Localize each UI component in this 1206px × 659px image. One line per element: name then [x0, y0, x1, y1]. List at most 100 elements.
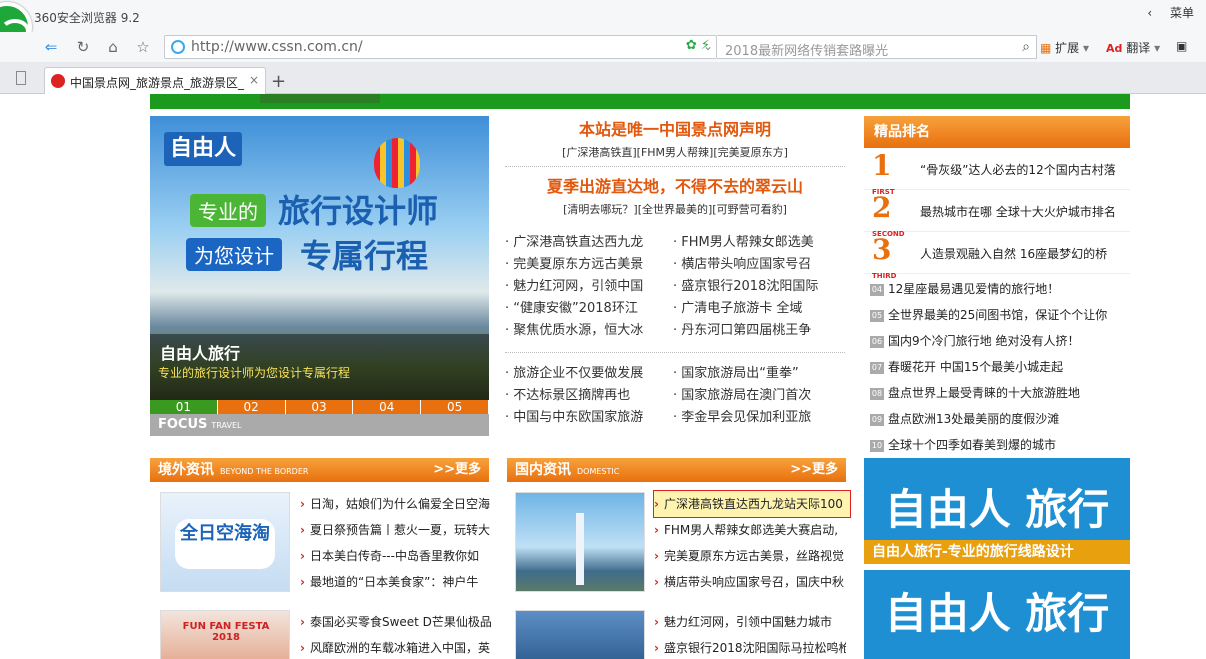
rank-1-icon: 1 FIRST — [872, 149, 895, 197]
site-header-bar — [150, 94, 1130, 109]
sublinks-2[interactable]: [清明去哪玩？][全世界最美的][可野营可看豹] — [505, 201, 845, 217]
ad-banner-2[interactable]: 自由人 旅行 — [864, 570, 1130, 659]
news-link[interactable]: · 丹东河口第四届桃王争 — [673, 320, 841, 342]
extensions-button[interactable]: ▦ 扩展 ▾ — [1040, 39, 1089, 56]
list-item: · 中国与中东欧国家旅游 · 李金早会见保加利亚旅 — [505, 407, 845, 429]
abroad-news-link[interactable]: 夏日祭预告篇丨惹火一夏，玩转大 — [300, 517, 492, 543]
chevron-left-icon[interactable]: ‹ — [1147, 6, 1152, 20]
sublinks-1[interactable]: [广深港高铁直][FHM男人帮辣][完美夏原东方] — [505, 144, 845, 160]
news-link[interactable]: · 中国与中东欧国家旅游 — [505, 407, 673, 429]
ranking-row[interactable]: 10 全球十个四季如春美到爆的城市 — [870, 432, 1130, 458]
domestic-news-link[interactable]: FHM男人帮辣女郎选美大赛启动, — [654, 517, 846, 543]
ranking-text[interactable]: 盘点欧洲13处最美丽的度假沙滩 — [888, 412, 1059, 426]
ranking-row[interactable]: 05 全世界最美的25间图书馆，保证个个让你 — [870, 302, 1130, 328]
addon-icon[interactable]: ▣ — [1176, 39, 1187, 53]
ranking-item-3[interactable]: 3 THIRD 人造景观融入自然 16座最梦幻的桥 — [864, 233, 1130, 281]
chevron-down-icon[interactable]: ⌄ — [703, 39, 713, 53]
news-link[interactable]: · 盛京银行2018沈阳国际 — [673, 276, 841, 298]
headline-1[interactable]: 本站是唯一中国景点网声明 — [505, 116, 845, 140]
ranking-text[interactable]: 国内9个冷门旅行地 绝对没有人挤！ — [888, 334, 1079, 348]
news-link[interactable]: · 广深港高铁直达西九龙 — [505, 232, 673, 254]
ad-banner-1[interactable]: 自由人 旅行 自由人旅行-专业的旅行线路设计 — [864, 458, 1130, 564]
slide-tag1: 专业的 — [190, 194, 266, 227]
ranking-row[interactable]: 07 春暖花开 中国15个最美小城走起 — [870, 354, 1130, 380]
slide-big1: 旅行设计师 — [278, 192, 439, 230]
focus-sub: TRAVEL — [211, 421, 242, 430]
slide-page-5[interactable]: 05 — [421, 400, 489, 414]
search-input[interactable]: ⌄ 2018最新网络传销套路曝光 ⌕ — [703, 35, 1037, 59]
abroad-news-link[interactable]: 日淘，姑娘们为什么偏爱全日空海 — [300, 491, 492, 517]
ranking-row[interactable]: 08 盘点世界上最受青睐的十大旅游胜地 — [870, 380, 1130, 406]
headline-2[interactable]: 夏季出游直达地，不得不去的翠云山 — [505, 173, 845, 197]
ranking-item-2[interactable]: 2 SECOND 最热城市在哪 全球十大火炉城市排名 — [864, 191, 1130, 239]
slide-page-3[interactable]: 03 — [285, 400, 354, 414]
divider — [505, 352, 845, 353]
ranking-item-1[interactable]: 1 FIRST “骨灰级”达人必去的12个国内古村落 — [864, 149, 1130, 197]
news-link[interactable]: · 李金早会见保加利亚旅 — [673, 407, 841, 429]
ranking-text[interactable]: “骨灰级”达人必去的12个国内古村落 — [920, 161, 1116, 178]
security-icon[interactable]: ✿ — [686, 38, 697, 53]
abroad-news-link[interactable]: 日本美白传奇---中岛香里教你如 — [300, 543, 492, 569]
new-tab-button[interactable]: + — [271, 71, 286, 92]
domestic-news-link[interactable]: 完美夏原东方远古美景，丝路视觉 — [654, 543, 846, 569]
translate-button[interactable]: Ad 翻译 ▾ — [1106, 39, 1160, 56]
news-link[interactable]: · 横店带头响应国家号召 — [673, 254, 841, 276]
abroad-more-link[interactable]: >>更多 — [433, 458, 481, 482]
rank-2-icon: 2 SECOND — [872, 191, 905, 239]
slide-page-1[interactable]: 01 — [150, 400, 218, 414]
abroad-news-link[interactable]: 泰国必买零食Sweet D芒果仙极品 — [300, 609, 492, 635]
abroad-thumb-1[interactable]: 全日空海淘 — [160, 492, 290, 592]
domestic-news-link[interactable]: 魅力红河网，引领中国魅力城市 — [654, 609, 846, 635]
domestic-thumb-1[interactable] — [515, 492, 645, 592]
list-item: · 旅游企业不仅要做发展 · 国家旅游局出“重拳” — [505, 363, 845, 385]
news-link[interactable]: · FHM男人帮辣女郎选美 — [673, 232, 841, 254]
thumb-label: 全日空海淘 — [175, 519, 275, 569]
domestic-news-link[interactable]: 横店带头响应国家号召，国庆中秋 — [654, 569, 846, 595]
domestic-subtitle: DOMESTIC — [577, 467, 620, 476]
ranking-text[interactable]: 盘点世界上最受青睐的十大旅游胜地 — [888, 386, 1080, 400]
slide-page-2[interactable]: 02 — [217, 400, 286, 414]
star-icon[interactable]: ☆ — [130, 35, 156, 59]
close-icon[interactable]: × — [249, 73, 259, 87]
ranking-text[interactable]: 春暖花开 中国15个最美小城走起 — [888, 360, 1063, 374]
search-icon[interactable]: ⌕ — [1022, 39, 1030, 55]
slide-page-4[interactable]: 04 — [353, 400, 422, 414]
sidebar-toggle-icon[interactable] — [16, 71, 26, 85]
news-link[interactable]: · 魅力红河网，引领中国 — [505, 276, 673, 298]
menu-button[interactable]: 菜单 — [1170, 6, 1194, 20]
extensions-label: 扩展 — [1055, 41, 1080, 55]
domestic-more-link[interactable]: >>更多 — [790, 458, 838, 482]
news-link[interactable]: · 国家旅游局出“重拳” — [673, 363, 841, 385]
slideshow-image[interactable]: 自由人 专业的 旅行设计师 为您设计 专属行程 自由人旅行 专业的旅行设计师为您… — [150, 116, 489, 400]
active-tab[interactable]: 中国景点网_旅游景点_旅游景区_ × — [44, 67, 266, 94]
ranking-row[interactable]: 06 国内9个冷门旅行地 绝对没有人挤！ — [870, 328, 1130, 354]
ranking-text[interactable]: 全球十个四季如春美到爆的城市 — [888, 438, 1056, 452]
news-link[interactable]: · 旅游企业不仅要做发展 — [505, 363, 673, 385]
ranking-text[interactable]: 12星座最易遇见爱情的旅行地！ — [888, 282, 1059, 296]
news-link[interactable]: · 国家旅游局在澳门首次 — [673, 385, 841, 407]
ranking-row[interactable]: 04 12星座最易遇见爱情的旅行地！ — [870, 276, 1130, 302]
back-icon[interactable]: ⇐ — [38, 35, 64, 59]
home-icon[interactable]: ⌂ — [100, 35, 126, 59]
abroad-news-link[interactable]: 最地道的“日本美食家”：神户牛 — [300, 569, 492, 595]
news-link[interactable]: · 广清电子旅游卡 全域 — [673, 298, 841, 320]
news-link[interactable]: · 不达标景区摘牌再也 — [505, 385, 673, 407]
news-link[interactable]: · 聚焦优质水源，恒大冰 — [505, 320, 673, 342]
ranking-text[interactable]: 全世界最美的25间图书馆，保证个个让你 — [888, 308, 1107, 322]
abroad-thumb-2[interactable]: FUN FAN FESTA 2018 — [160, 610, 290, 659]
news-link[interactable]: · 完美夏原东方远古美景 — [505, 254, 673, 276]
domestic-news-link[interactable]: 盛京银行2018沈阳国际马拉松鸣枪 — [654, 635, 846, 659]
tab-title: 中国景点网_旅游景点_旅游景区_ — [70, 76, 245, 90]
balloon-icon — [374, 138, 420, 188]
list-item: · 广深港高铁直达西九龙 · FHM男人帮辣女郎选美 — [505, 232, 845, 254]
ranking-text[interactable]: 最热城市在哪 全球十大火炉城市排名 — [920, 203, 1116, 220]
abroad-news-link[interactable]: 风靡欧洲的车载冰箱进入中国，英 — [300, 635, 492, 659]
url-input[interactable]: http://www.cssn.com.cn/ ✿ ⚡ — [164, 35, 717, 59]
rank-3-icon: 3 THIRD — [872, 233, 897, 281]
refresh-icon[interactable]: ↻ — [70, 35, 96, 59]
news-link[interactable]: · “健康安徽”2018环江 — [505, 298, 673, 320]
ranking-text[interactable]: 人造景观融入自然 16座最梦幻的桥 — [920, 245, 1107, 262]
ranking-row[interactable]: 09 盘点欧洲13处最美丽的度假沙滩 — [870, 406, 1130, 432]
domestic-thumb-2[interactable] — [515, 610, 645, 659]
domestic-news-link-highlighted[interactable]: 广深港高铁直达西九龙站天际100 — [653, 490, 851, 518]
